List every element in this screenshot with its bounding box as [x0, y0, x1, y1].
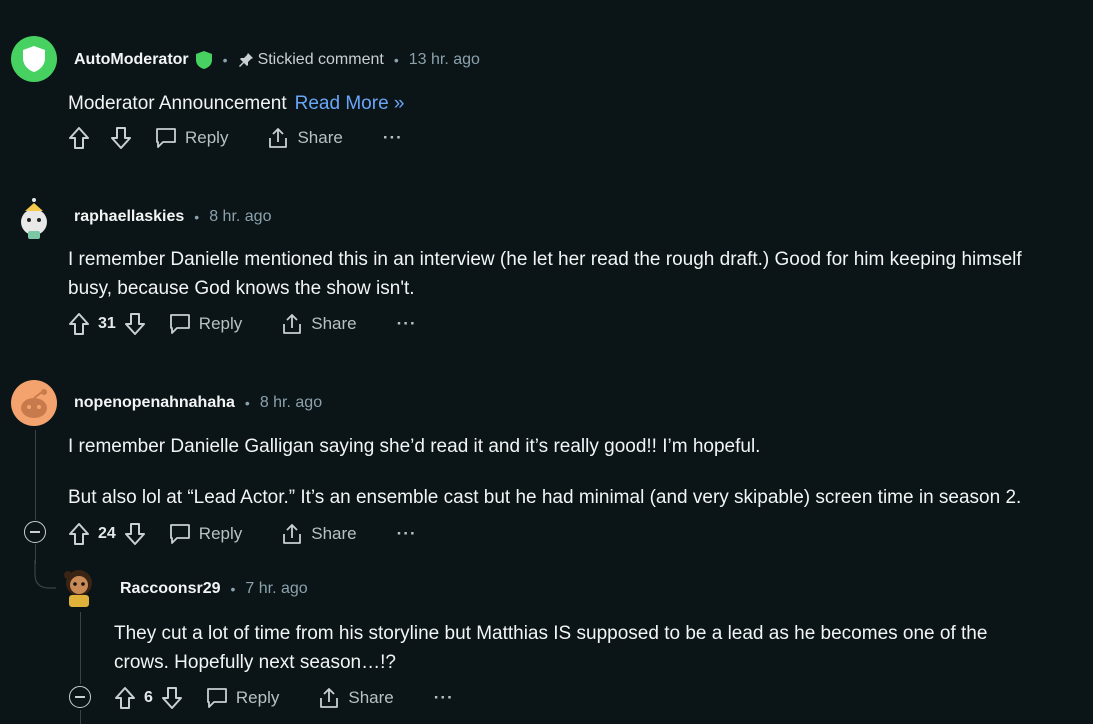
automoderator-avatar[interactable] [11, 36, 57, 82]
comment-timestamp: 8 hr. ago [209, 208, 272, 225]
user-avatar[interactable] [11, 380, 57, 426]
comment-actions: 24 Reply Share ··· [68, 522, 417, 546]
reply-icon [156, 128, 176, 148]
comment-paragraph: I remember Danielle Galligan saying she’… [68, 436, 761, 457]
reply-label: Reply [235, 688, 280, 707]
upvote-icon[interactable] [114, 686, 136, 710]
share-icon [269, 128, 288, 148]
comment-actions: 6 Reply Share ··· [114, 686, 454, 710]
separator-dot: • [194, 209, 200, 225]
upvote-icon[interactable] [68, 126, 90, 150]
share-label: Share [311, 524, 357, 543]
share-button[interactable]: Share [280, 522, 357, 546]
read-more-link[interactable]: Read More » [295, 93, 405, 114]
downvote-icon[interactable] [124, 312, 146, 336]
share-button[interactable]: Share [317, 686, 394, 710]
comment-text-line: crows. Hopefully next season…!? [114, 652, 396, 673]
pin-icon [238, 53, 253, 67]
more-options-button[interactable]: ··· [383, 128, 403, 148]
more-options-button[interactable]: ··· [434, 688, 454, 708]
comment-timestamp: 8 hr. ago [259, 394, 323, 411]
reply-button[interactable]: Reply [168, 313, 242, 335]
separator-dot: • [393, 52, 399, 68]
more-options-button[interactable]: ··· [397, 524, 417, 544]
comment-author[interactable]: raphaellaskies [74, 208, 184, 226]
upvote-icon[interactable] [68, 522, 90, 546]
collapse-thread-button[interactable] [24, 521, 46, 543]
moderator-shield-icon [195, 50, 213, 70]
comment-actions: Reply Share ··· [68, 126, 403, 150]
snoo-avatar-icon [21, 198, 47, 239]
user-avatar[interactable] [56, 563, 102, 609]
thread-line [35, 430, 36, 520]
reply-button[interactable]: Reply [154, 127, 228, 149]
separator-dot: • [222, 52, 228, 68]
stickied-label: Stickied comment [238, 51, 384, 69]
share-label: Share [297, 128, 343, 147]
reply-button[interactable]: Reply [168, 523, 242, 545]
comment-text-line: busy, because God knows the show isn't. [68, 278, 415, 299]
share-icon [320, 688, 339, 708]
comment-body: I remember Danielle Galligan saying she’… [68, 432, 1093, 512]
comment-author[interactable]: AutoModerator [74, 51, 189, 69]
default-snoo-icon [21, 389, 47, 418]
comment-text-line: They cut a lot of time from his storylin… [114, 623, 988, 644]
character-avatar-icon [64, 570, 92, 607]
vote-count: 6 [144, 689, 153, 706]
reply-label: Reply [198, 524, 243, 543]
comment-body: I remember Danielle mentioned this in an… [68, 245, 1093, 303]
reply-icon [207, 688, 227, 708]
comment-body: Moderator Announcement Read More » [68, 89, 404, 118]
downvote-icon[interactable] [110, 126, 132, 150]
separator-dot: • [244, 395, 250, 411]
upvote-icon[interactable] [68, 312, 90, 336]
comment-author[interactable]: Raccoonsr29 [120, 580, 221, 598]
share-button[interactable]: Share [266, 126, 343, 150]
reply-icon [169, 314, 190, 334]
share-label: Share [311, 314, 357, 333]
reply-icon [169, 524, 190, 544]
stickied-text: Stickied comment [257, 51, 384, 68]
downvote-icon[interactable] [124, 522, 146, 546]
user-avatar[interactable] [11, 195, 57, 241]
reply-label: Reply [198, 314, 243, 333]
comment-text-line: I remember Danielle mentioned this in an… [68, 249, 1022, 270]
reply-label: Reply [185, 128, 229, 147]
share-icon [283, 524, 302, 544]
reply-button[interactable]: Reply [205, 687, 279, 709]
thread-line [80, 710, 81, 724]
comment-text: Moderator Announcement [68, 93, 287, 114]
comment-timestamp: 7 hr. ago [245, 580, 308, 597]
shield-icon [23, 46, 45, 72]
share-icon [283, 314, 302, 334]
comment-actions: 31 Reply Share ··· [68, 312, 417, 336]
comment-body: They cut a lot of time from his storylin… [114, 619, 1093, 677]
vote-count: 24 [98, 525, 116, 542]
thread-line [80, 612, 81, 684]
comment-timestamp: 13 hr. ago [408, 51, 480, 68]
share-label: Share [348, 688, 394, 707]
downvote-icon[interactable] [161, 686, 183, 710]
collapse-thread-button[interactable] [69, 686, 91, 708]
more-options-button[interactable]: ··· [397, 314, 417, 334]
comment-paragraph: But also lol at “Lead Actor.” It’s an en… [68, 487, 1022, 508]
vote-count: 31 [98, 315, 116, 332]
separator-dot: • [230, 581, 236, 597]
comment-author[interactable]: nopenopenahnahaha [74, 394, 235, 412]
share-button[interactable]: Share [280, 312, 357, 336]
